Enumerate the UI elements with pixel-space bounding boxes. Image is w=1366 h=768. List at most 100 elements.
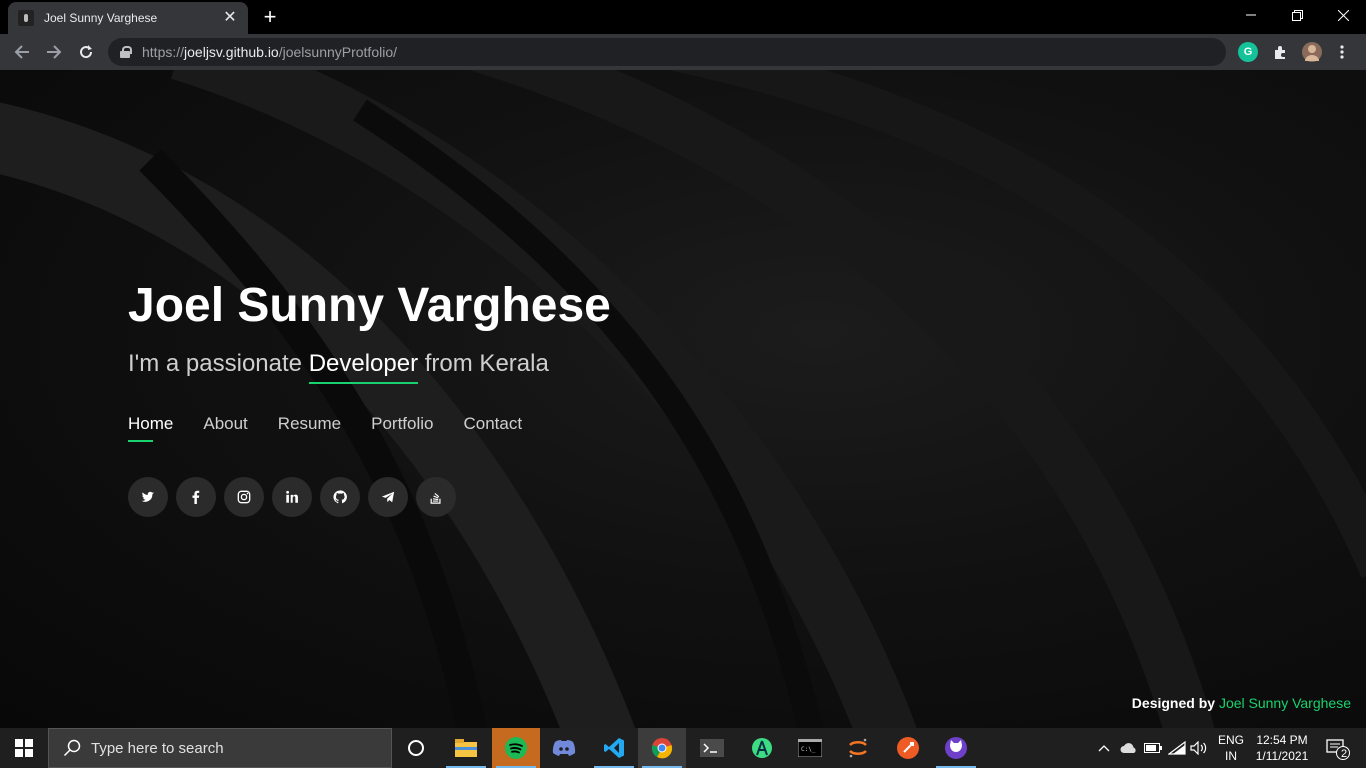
github-desktop-icon — [945, 737, 967, 759]
new-tab-button[interactable]: + — [258, 6, 282, 30]
twitter-link[interactable] — [128, 477, 168, 517]
close-window-button[interactable] — [1320, 0, 1366, 30]
github-link[interactable] — [320, 477, 360, 517]
background-image — [0, 70, 1366, 728]
telegram-icon — [381, 491, 395, 503]
facebook-icon — [192, 490, 200, 504]
tab-strip: Joel Sunny Varghese ✕ + — [0, 0, 1366, 34]
discord-button[interactable] — [540, 728, 588, 768]
wifi-tray-button[interactable] — [1166, 728, 1188, 768]
action-center-button[interactable]: 2 — [1318, 728, 1358, 768]
volume-icon — [1190, 741, 1207, 755]
clock-date: 1/11/2021 — [1255, 749, 1309, 763]
url-text: https://joeljsv.github.io/joelsunnyProtf… — [142, 44, 398, 60]
search-icon — [63, 739, 81, 757]
footer-credits: Designed by Joel Sunny Varghese — [1131, 695, 1351, 711]
windows-logo-icon — [15, 739, 33, 757]
chevron-up-icon — [1098, 745, 1110, 752]
svg-text:C:\_: C:\_ — [801, 746, 816, 753]
facebook-link[interactable] — [176, 477, 216, 517]
lock-icon — [120, 46, 132, 58]
language-indicator[interactable]: ENG IN — [1214, 732, 1248, 764]
cmd-button[interactable]: C:\_ — [786, 728, 834, 768]
restore-button[interactable] — [1274, 0, 1320, 30]
favicon-icon — [18, 10, 34, 26]
stackoverflow-icon — [430, 492, 441, 504]
back-arrow-icon — [14, 45, 29, 59]
forward-button[interactable] — [40, 38, 68, 66]
android-studio-button[interactable] — [738, 728, 786, 768]
postman-icon — [897, 737, 919, 759]
show-hidden-icons-button[interactable] — [1092, 728, 1116, 768]
nav-contact[interactable]: Contact — [463, 414, 522, 442]
cmd-icon: C:\_ — [798, 739, 822, 757]
tab-title: Joel Sunny Varghese — [44, 11, 158, 25]
terminal-icon — [700, 739, 724, 757]
windows-taskbar: Type here to search C:\_ ENG IN 12:54 PM… — [0, 728, 1366, 768]
stackoverflow-link[interactable] — [416, 477, 456, 517]
close-icon — [1337, 9, 1349, 21]
minimize-icon — [1246, 14, 1256, 16]
onedrive-icon — [1120, 743, 1136, 753]
portfolio-page: Joel Sunny Varghese I'm a passionate Dev… — [0, 70, 1366, 728]
more-vert-icon — [1340, 45, 1344, 59]
social-links — [128, 477, 464, 517]
vscode-icon — [604, 738, 624, 758]
taskbar-search-box[interactable]: Type here to search — [48, 728, 392, 768]
browser-toolbar: https://joeljsv.github.io/joelsunnyProtf… — [0, 34, 1366, 70]
wifi-icon — [1168, 741, 1186, 755]
telegram-link[interactable] — [368, 477, 408, 517]
chrome-button[interactable] — [638, 728, 686, 768]
spotify-button[interactable] — [492, 728, 540, 768]
profile-avatar[interactable] — [1302, 42, 1322, 62]
restore-icon — [1291, 9, 1303, 21]
close-tab-icon[interactable]: ✕ — [222, 10, 238, 26]
twitter-icon — [141, 491, 155, 502]
notification-count: 2 — [1340, 748, 1348, 760]
spotify-icon — [505, 737, 527, 759]
vscode-button[interactable] — [590, 728, 638, 768]
battery-icon — [1144, 743, 1162, 753]
hero-name: Joel Sunny Varghese — [128, 279, 611, 332]
address-bar[interactable]: https://joeljsv.github.io/joelsunnyProtf… — [108, 38, 1226, 66]
github-desktop-button[interactable] — [932, 728, 980, 768]
volume-tray-button[interactable] — [1188, 728, 1210, 768]
browser-tab[interactable]: Joel Sunny Varghese ✕ — [8, 2, 248, 34]
instagram-icon — [237, 490, 251, 504]
jupyter-icon — [849, 738, 867, 758]
cortana-button[interactable] — [392, 728, 440, 768]
jupyter-button[interactable] — [834, 728, 882, 768]
nav-about[interactable]: About — [203, 414, 247, 442]
credits-link[interactable]: Joel Sunny Varghese — [1219, 695, 1351, 711]
grammarly-icon[interactable]: G — [1238, 42, 1258, 62]
file-explorer-button[interactable] — [442, 728, 490, 768]
github-icon — [333, 490, 347, 504]
terminal-button[interactable] — [688, 728, 736, 768]
minimize-button[interactable] — [1228, 0, 1274, 30]
clock[interactable]: 12:54 PM 1/11/2021 — [1250, 732, 1314, 764]
file-explorer-icon — [455, 739, 477, 757]
battery-tray-button[interactable] — [1142, 728, 1164, 768]
instagram-link[interactable] — [224, 477, 264, 517]
reload-button[interactable] — [72, 38, 100, 66]
linkedin-link[interactable] — [272, 477, 312, 517]
nav-portfolio[interactable]: Portfolio — [371, 414, 433, 442]
nav-home[interactable]: Home — [128, 414, 173, 442]
nav-resume[interactable]: Resume — [278, 414, 341, 442]
main-nav: Home About Resume Portfolio Contact — [128, 414, 552, 442]
extensions-icon[interactable] — [1270, 42, 1290, 62]
hero-subtitle: I'm a passionate Developer from Kerala — [128, 350, 549, 384]
back-button[interactable] — [8, 38, 36, 66]
search-placeholder: Type here to search — [91, 739, 224, 757]
postman-button[interactable] — [884, 728, 932, 768]
linkedin-icon — [286, 490, 298, 503]
chrome-icon — [651, 738, 673, 759]
menu-button[interactable] — [1332, 38, 1352, 66]
forward-arrow-icon — [47, 45, 62, 59]
reload-icon — [80, 45, 93, 59]
cortana-icon — [408, 740, 424, 756]
onedrive-tray-button[interactable] — [1118, 728, 1140, 768]
start-button[interactable] — [0, 728, 48, 768]
android-studio-icon — [752, 738, 772, 758]
clock-time: 12:54 PM — [1256, 733, 1308, 747]
